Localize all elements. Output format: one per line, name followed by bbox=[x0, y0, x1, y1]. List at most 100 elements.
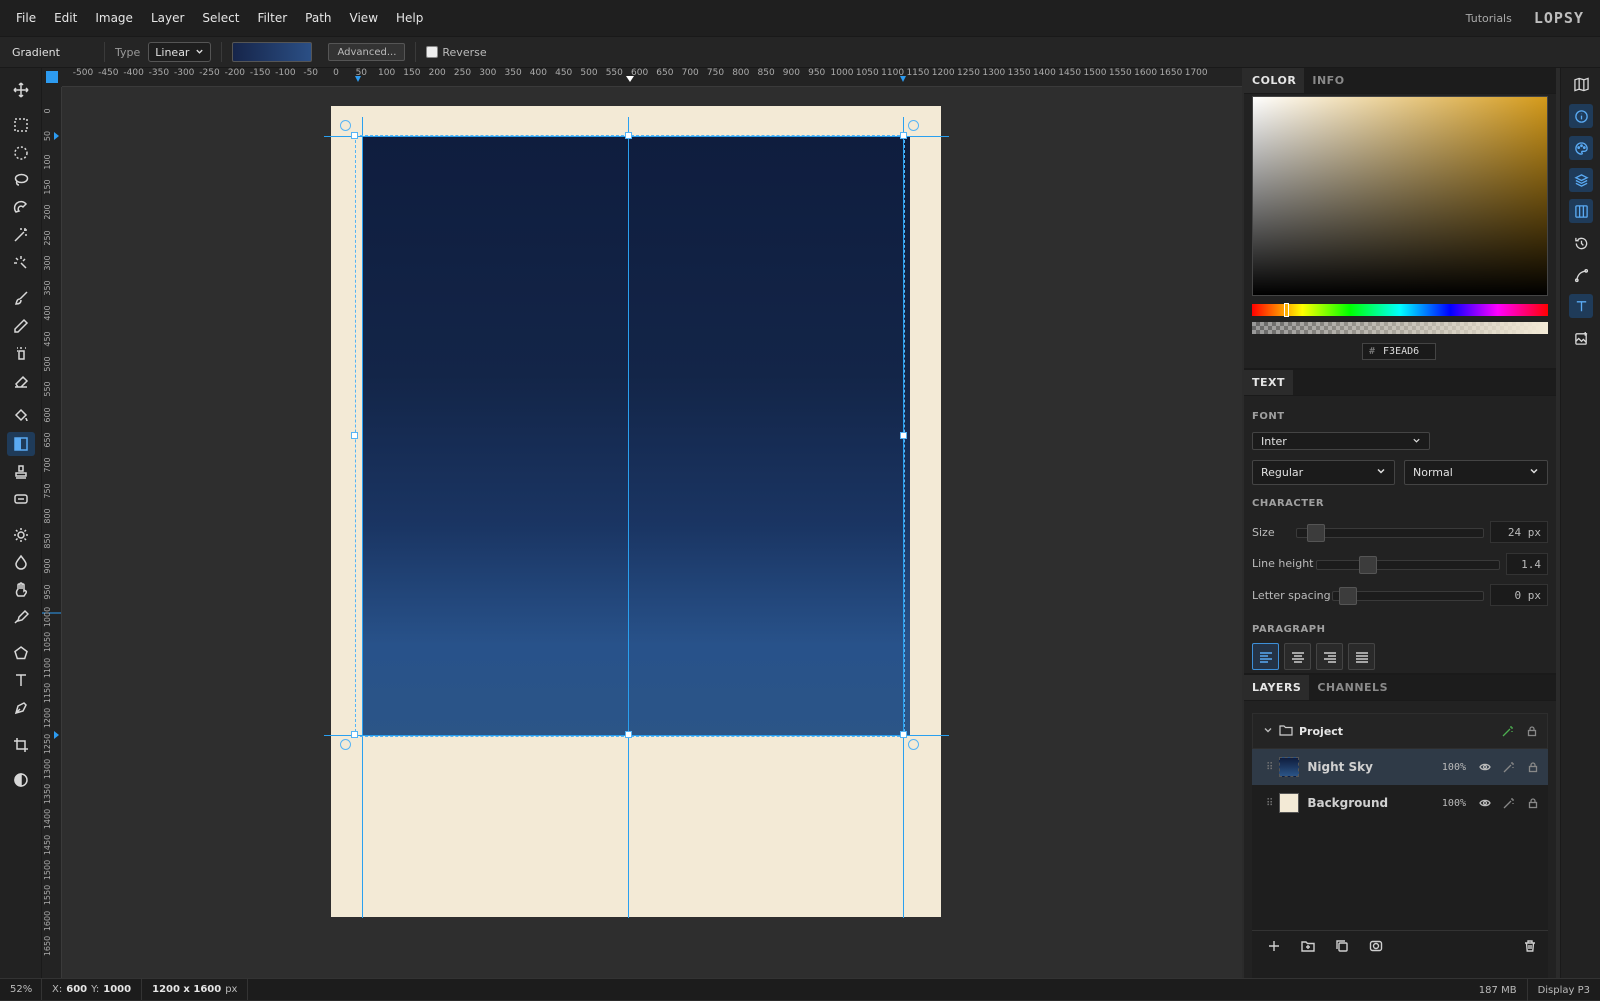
hue-knob[interactable] bbox=[1284, 303, 1289, 317]
line-height-slider[interactable] bbox=[1316, 556, 1500, 574]
line-height-input[interactable]: 1.4 bbox=[1506, 553, 1548, 575]
text-icon[interactable] bbox=[7, 668, 35, 692]
paint-bucket-icon[interactable] bbox=[7, 404, 35, 428]
clone-stamp-icon[interactable] bbox=[7, 460, 35, 484]
magic-effects-icon[interactable] bbox=[1500, 794, 1518, 812]
image-adjust-icon[interactable] bbox=[1569, 326, 1593, 350]
menu-help[interactable]: Help bbox=[388, 11, 431, 25]
unit-toggle[interactable] bbox=[46, 71, 58, 83]
spray-icon[interactable] bbox=[7, 341, 35, 365]
menu-path[interactable]: Path bbox=[297, 11, 339, 25]
lock-icon[interactable] bbox=[1523, 722, 1541, 740]
line-height-slider-knob[interactable] bbox=[1359, 556, 1377, 574]
gradient-icon[interactable] bbox=[7, 432, 35, 456]
history-icon[interactable] bbox=[1569, 231, 1593, 255]
align-center-button[interactable] bbox=[1284, 643, 1311, 670]
tab-color[interactable]: COLOR bbox=[1244, 68, 1305, 93]
lock-icon[interactable] bbox=[1524, 758, 1542, 776]
menu-file[interactable]: File bbox=[8, 11, 44, 25]
eraser-icon[interactable] bbox=[7, 369, 35, 393]
transform-handle[interactable] bbox=[900, 432, 907, 439]
gradient-preview-swatch[interactable] bbox=[232, 42, 313, 62]
font-style-select[interactable]: Normal bbox=[1404, 460, 1548, 485]
smudge-icon[interactable] bbox=[7, 578, 35, 602]
menu-edit[interactable]: Edit bbox=[46, 11, 85, 25]
alpha-slider[interactable] bbox=[1252, 322, 1548, 334]
shape-icon[interactable] bbox=[7, 641, 35, 665]
layers-icon[interactable] bbox=[1569, 168, 1593, 192]
pencil-icon[interactable] bbox=[7, 314, 35, 338]
lasso-icon[interactable] bbox=[7, 168, 35, 192]
tutorials-link[interactable]: Tutorials bbox=[1466, 12, 1512, 25]
new-folder-icon[interactable] bbox=[1294, 934, 1322, 958]
healing-icon[interactable] bbox=[7, 487, 35, 511]
channels-icon[interactable] bbox=[1569, 199, 1593, 223]
layer-opacity[interactable]: 100% bbox=[1442, 798, 1466, 809]
path-icon[interactable] bbox=[1569, 263, 1593, 287]
tab-channels[interactable]: CHANNELS bbox=[1309, 675, 1396, 700]
eyedropper-icon[interactable] bbox=[7, 605, 35, 629]
gradient-type-select[interactable]: Linear bbox=[148, 42, 212, 62]
size-slider[interactable] bbox=[1296, 524, 1484, 542]
menu-select[interactable]: Select bbox=[194, 11, 247, 25]
palette-icon[interactable] bbox=[1569, 136, 1593, 160]
font-family-select[interactable]: Inter bbox=[1252, 432, 1430, 450]
layer-name[interactable]: Background bbox=[1307, 796, 1442, 810]
layer-row-night-sky[interactable]: ⠿ Night Sky 100% bbox=[1252, 749, 1548, 785]
layer-row-background[interactable]: ⠿ Background 100% bbox=[1252, 785, 1548, 821]
map-icon[interactable] bbox=[1569, 72, 1593, 96]
tab-layers[interactable]: LAYERS bbox=[1244, 675, 1310, 700]
menu-filter[interactable]: Filter bbox=[249, 11, 295, 25]
rect-select-icon[interactable] bbox=[7, 113, 35, 137]
magic-effects-icon[interactable] bbox=[1499, 722, 1517, 740]
canvas-viewport[interactable] bbox=[62, 87, 1242, 978]
hex-input[interactable]: # F3EAD6 bbox=[1362, 343, 1436, 360]
info-icon[interactable] bbox=[1569, 104, 1593, 128]
align-right-button[interactable] bbox=[1316, 643, 1343, 670]
advanced-button[interactable]: Advanced... bbox=[328, 43, 406, 61]
transform-handle[interactable] bbox=[351, 132, 358, 139]
size-input[interactable]: 24 px bbox=[1490, 521, 1548, 543]
layers-empty-area[interactable] bbox=[1252, 821, 1548, 993]
drag-handle-icon[interactable]: ⠿ bbox=[1266, 762, 1273, 773]
eye-icon[interactable] bbox=[1476, 794, 1494, 812]
align-left-button[interactable] bbox=[1252, 643, 1279, 670]
color-picker-field[interactable] bbox=[1252, 96, 1548, 296]
transform-handle[interactable] bbox=[351, 432, 358, 439]
letter-spacing-slider[interactable] bbox=[1332, 587, 1484, 605]
eye-icon[interactable] bbox=[1476, 758, 1494, 776]
ellipse-select-icon[interactable] bbox=[7, 141, 35, 165]
pen-icon[interactable] bbox=[7, 696, 35, 720]
transform-handle[interactable] bbox=[625, 132, 632, 139]
font-weight-select[interactable]: Regular bbox=[1252, 460, 1395, 485]
menu-view[interactable]: View bbox=[342, 11, 386, 25]
transform-handle[interactable] bbox=[351, 731, 358, 738]
transform-handle[interactable] bbox=[900, 731, 907, 738]
crop-icon[interactable] bbox=[7, 733, 35, 757]
layer-group-project[interactable]: Project bbox=[1252, 713, 1548, 749]
dodge-icon[interactable] bbox=[7, 523, 35, 547]
color-profile[interactable]: Display P3 bbox=[1528, 979, 1600, 1001]
zoom-level[interactable]: 52% bbox=[0, 979, 42, 1000]
duplicate-layer-icon[interactable] bbox=[1328, 934, 1356, 958]
lock-icon[interactable] bbox=[1524, 794, 1542, 812]
size-slider-knob[interactable] bbox=[1307, 524, 1325, 542]
drag-handle-icon[interactable]: ⠿ bbox=[1266, 798, 1273, 809]
transform-handle[interactable] bbox=[900, 132, 907, 139]
horizontal-ruler[interactable]: -500 -450 -400 -350 -300 -250 -200 -150 -100 -50 0… bbox=[62, 68, 1242, 87]
quick-select-icon[interactable] bbox=[7, 251, 35, 275]
mask-icon[interactable] bbox=[1362, 934, 1390, 958]
rotate-handle[interactable] bbox=[340, 120, 351, 131]
blur-icon[interactable] bbox=[7, 550, 35, 574]
add-layer-button[interactable] bbox=[1260, 934, 1288, 958]
vertical-ruler[interactable]: 0 50 100 150 200 250 300 350 400 450 500 550 600 650 7… bbox=[42, 87, 62, 978]
rotate-handle[interactable] bbox=[908, 120, 919, 131]
letter-spacing-input[interactable]: 0 px bbox=[1490, 584, 1548, 606]
layer-name[interactable]: Night Sky bbox=[1307, 760, 1442, 774]
move-icon[interactable] bbox=[7, 78, 35, 102]
magnetic-lasso-icon[interactable] bbox=[7, 196, 35, 220]
hue-slider[interactable] bbox=[1252, 303, 1548, 317]
transform-handle[interactable] bbox=[625, 731, 632, 738]
contrast-icon[interactable] bbox=[7, 768, 35, 792]
delete-layer-icon[interactable] bbox=[1516, 934, 1544, 958]
